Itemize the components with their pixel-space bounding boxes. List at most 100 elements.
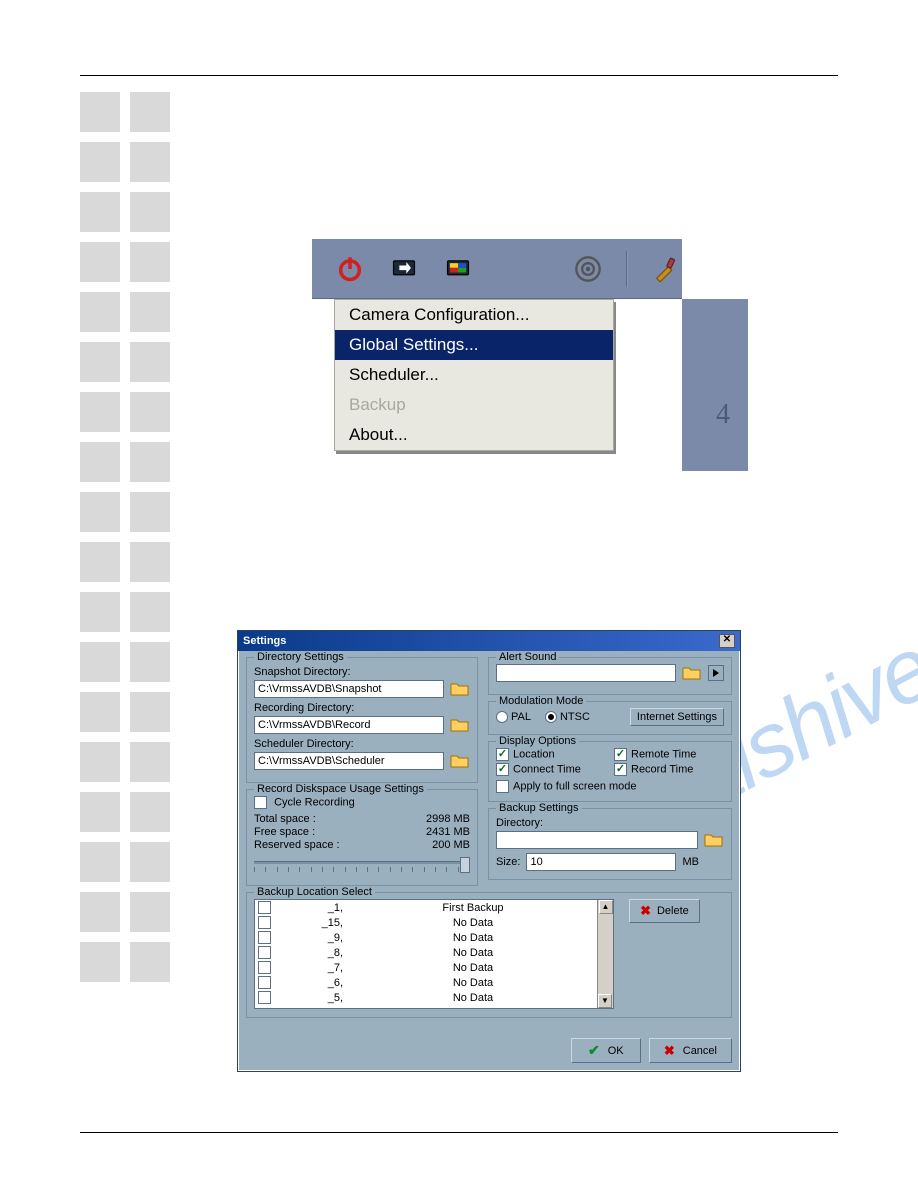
ok-label: OK	[608, 1045, 624, 1057]
play-icon[interactable]	[708, 665, 724, 681]
page-bottom-rule	[80, 1132, 838, 1133]
record-disc-icon[interactable]	[572, 253, 604, 285]
recording-dir-input[interactable]	[254, 716, 444, 734]
group-modulation: Modulation Mode PAL NTSC Internet Settin…	[488, 701, 732, 735]
backup-location-list[interactable]: _1,First Backup_15,No Data_9,No Data_8,N…	[254, 899, 614, 1009]
row-checkbox[interactable]	[258, 931, 271, 944]
row-status: No Data	[349, 917, 597, 929]
alert-sound-input[interactable]	[496, 664, 676, 682]
total-space-label: Total space :	[254, 813, 316, 825]
recording-dir-label: Recording Directory:	[254, 702, 470, 714]
fullscreen-checkbox[interactable]	[496, 780, 509, 793]
list-item[interactable]: _5,No Data	[255, 990, 597, 1005]
backup-dir-input[interactable]	[496, 831, 698, 849]
x-icon: ✖	[664, 1043, 675, 1059]
settings-dialog: Settings ✕ Directory Settings Snapshot D…	[237, 630, 741, 1072]
connect-time-checkbox[interactable]	[496, 763, 509, 776]
reserved-space-value: 200 MB	[432, 839, 470, 851]
group-title-backup-location: Backup Location Select	[254, 886, 375, 898]
row-id: _1,	[279, 902, 349, 914]
row-id: _8,	[279, 947, 349, 959]
list-item[interactable]: _15,No Data	[255, 915, 597, 930]
backup-size-unit: MB	[682, 856, 699, 868]
list-item[interactable]: _6,No Data	[255, 975, 597, 990]
tools-icon[interactable]	[650, 253, 682, 285]
row-status: No Data	[349, 962, 597, 974]
group-title-diskspace: Record Diskspace Usage Settings	[254, 783, 427, 795]
cancel-button[interactable]: ✖ Cancel	[649, 1038, 732, 1063]
list-item[interactable]: _1,First Backup	[255, 900, 597, 915]
row-id: _5,	[279, 992, 349, 1004]
reserved-space-slider[interactable]	[254, 857, 470, 877]
pal-label: PAL	[511, 711, 531, 723]
scheduler-dir-input[interactable]	[254, 752, 444, 770]
fullscreen-label: Apply to full screen mode	[513, 780, 637, 792]
menu-behind-panel	[682, 299, 748, 471]
backup-dir-label: Directory:	[496, 817, 724, 829]
folder-icon[interactable]	[450, 717, 470, 733]
group-display-options: Display Options Location Remote Time Con…	[488, 741, 732, 802]
toolbar-menu-screenshot: 4 Camera Configuration... Global Setting…	[312, 239, 682, 451]
monitor-arrow-icon[interactable]	[388, 253, 420, 285]
folder-icon[interactable]	[704, 832, 724, 848]
check-icon: ✔	[588, 1042, 600, 1059]
menu-behind-number: 4	[716, 399, 730, 431]
group-title-alert: Alert Sound	[496, 651, 559, 663]
remote-time-checkbox[interactable]	[614, 748, 627, 761]
connect-time-label: Connect Time	[513, 763, 581, 775]
group-backup-location: Backup Location Select _1,First Backup_1…	[246, 892, 732, 1018]
menu-item-scheduler[interactable]: Scheduler...	[335, 360, 613, 390]
toolbar-separator	[626, 251, 628, 287]
row-checkbox[interactable]	[258, 961, 271, 974]
row-id: _6,	[279, 977, 349, 989]
dialog-title: Settings	[243, 635, 719, 647]
ntsc-radio[interactable]	[545, 711, 557, 723]
list-item[interactable]: _7,No Data	[255, 960, 597, 975]
row-id: _9,	[279, 932, 349, 944]
snapshot-dir-label: Snapshot Directory:	[254, 666, 470, 678]
menu-item-backup: Backup	[335, 390, 613, 420]
folder-icon[interactable]	[450, 753, 470, 769]
snapshot-dir-input[interactable]	[254, 680, 444, 698]
group-title-display: Display Options	[496, 735, 579, 747]
menu-item-camera-config[interactable]: Camera Configuration...	[335, 300, 613, 330]
close-icon[interactable]: ✕	[719, 634, 735, 648]
location-label: Location	[513, 748, 555, 760]
ok-button[interactable]: ✔ OK	[571, 1038, 641, 1063]
ntsc-label: NTSC	[560, 711, 590, 723]
row-status: No Data	[349, 947, 597, 959]
group-title-modulation: Modulation Mode	[496, 695, 586, 707]
backup-size-input[interactable]	[526, 853, 676, 871]
power-icon[interactable]	[334, 253, 366, 285]
menu-item-global-settings[interactable]: Global Settings...	[335, 330, 613, 360]
folder-icon[interactable]	[682, 665, 702, 681]
row-checkbox[interactable]	[258, 916, 271, 929]
list-item[interactable]: _8,No Data	[255, 945, 597, 960]
row-checkbox[interactable]	[258, 901, 271, 914]
scroll-up-icon[interactable]: ▲	[599, 900, 613, 914]
delete-button[interactable]: ✖ Delete	[629, 899, 700, 923]
group-alert-sound: Alert Sound	[488, 657, 732, 695]
free-space-label: Free space :	[254, 826, 315, 838]
cycle-recording-checkbox[interactable]	[254, 796, 267, 809]
scrollbar[interactable]: ▲ ▼	[597, 900, 613, 1008]
color-monitor-icon[interactable]	[442, 253, 474, 285]
row-checkbox[interactable]	[258, 946, 271, 959]
reserved-space-label: Reserved space :	[254, 839, 340, 851]
record-time-checkbox[interactable]	[614, 763, 627, 776]
row-checkbox[interactable]	[258, 976, 271, 989]
scroll-down-icon[interactable]: ▼	[598, 994, 612, 1008]
row-checkbox[interactable]	[258, 991, 271, 1004]
internet-settings-button[interactable]: Internet Settings	[630, 708, 724, 726]
group-title-backup: Backup Settings	[496, 802, 582, 814]
list-item[interactable]: _9,No Data	[255, 930, 597, 945]
delete-label: Delete	[657, 905, 689, 917]
location-checkbox[interactable]	[496, 748, 509, 761]
menu-item-about[interactable]: About...	[335, 420, 613, 450]
page-top-rule	[80, 75, 838, 76]
remote-time-label: Remote Time	[631, 748, 696, 760]
cancel-label: Cancel	[683, 1045, 717, 1057]
folder-icon[interactable]	[450, 681, 470, 697]
row-status: No Data	[349, 977, 597, 989]
pal-radio[interactable]	[496, 711, 508, 723]
